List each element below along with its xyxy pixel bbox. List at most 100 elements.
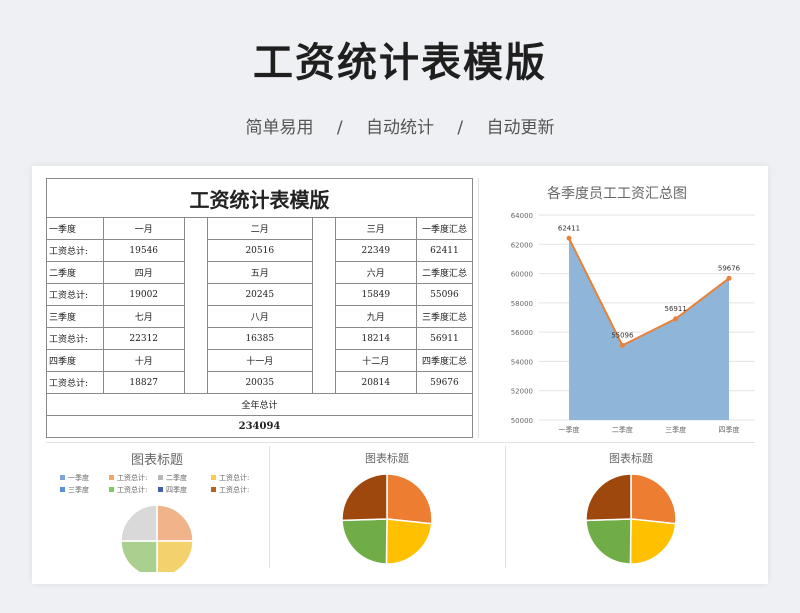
legend-swatch: [60, 487, 65, 492]
month-label: 五月: [206, 261, 313, 284]
row-label: 工资总计:: [46, 327, 104, 350]
quarter-sum-value: 59676: [415, 371, 474, 394]
tag-easy: 简单易用: [245, 118, 314, 138]
pie-slice: [156, 540, 194, 572]
quarter-label: 三季度: [46, 305, 104, 328]
y-tick-label: 62000: [511, 241, 533, 249]
month-label: 十月: [102, 349, 185, 372]
month-value: 20516: [206, 239, 313, 262]
month-value: 16385: [206, 327, 313, 350]
legend-label: 工资总计:: [117, 485, 147, 494]
month-label: 三月: [334, 217, 417, 240]
month-label: 十二月: [334, 349, 417, 372]
area-chart-title: 各季度员工工资汇总图: [547, 186, 687, 202]
legend-label: 工资总计:: [219, 473, 249, 482]
quarter-value-row: 工资总计: 19546 20516 22349 62411: [46, 239, 474, 262]
quarter-value-row: 工资总计: 18827 20035 20814 59676: [46, 371, 474, 394]
pie-slice: [585, 518, 632, 565]
quarter-label: 四季度: [46, 349, 104, 372]
area-chart: 各季度员工工资汇总图 50000 52000 54000 56000 58000 60000…: [479, 178, 755, 440]
quarter-label: 一季度: [46, 217, 104, 240]
data-label: 56911: [665, 305, 687, 313]
pie-1-title: 图表标题: [131, 453, 183, 468]
x-tick-label: 二季度: [612, 425, 633, 434]
feature-tags: 简单易用 / 自动统计 / 自动更新: [0, 113, 800, 138]
quarter-header-row: 一季度 一月 二月 三月 一季度汇总: [46, 217, 474, 240]
y-tick-label: 54000: [511, 358, 533, 366]
data-label: 59676: [718, 264, 741, 272]
month-value: 22349: [334, 239, 417, 262]
month-label: 十一月: [206, 349, 313, 372]
x-tick-label: 一季度: [559, 425, 580, 434]
month-value: 20814: [334, 371, 417, 394]
tag-separator: /: [457, 118, 464, 138]
month-value: 18214: [334, 327, 417, 350]
tag-auto-stat: 自动统计: [366, 118, 434, 138]
month-label: 七月: [102, 305, 185, 328]
pie-chart-3: 图表标题: [507, 444, 755, 572]
y-tick-label: 58000: [511, 300, 533, 308]
tag-separator: /: [336, 118, 343, 138]
quarter-header-row: 四季度 十月 十一月 十二月 四季度汇总: [46, 349, 474, 372]
data-label: 62411: [558, 224, 580, 232]
quarter-sum-value: 62411: [415, 239, 474, 262]
legend-swatch: [158, 487, 163, 492]
y-tick-label: 60000: [511, 271, 533, 279]
month-label: 八月: [206, 305, 313, 328]
y-tick-label: 56000: [511, 329, 533, 337]
pie-slice: [629, 518, 677, 565]
month-value: 18827: [102, 371, 185, 394]
month-value: 19002: [102, 283, 185, 306]
month-value: 20245: [206, 283, 313, 306]
data-point: [673, 316, 679, 322]
data-point: [566, 235, 572, 241]
spreadsheet-preview: 工资统计表模版 一季度 一月 二月 三月 一季度汇总 工资总计: 19546 20516 223…: [32, 166, 768, 584]
pie-chart-2-svg: 图表标题: [341, 451, 433, 565]
quarter-sum-label: 一季度汇总: [415, 217, 474, 240]
pie-slice: [341, 473, 388, 522]
y-tick-label: 52000: [511, 388, 533, 396]
month-value: 22312: [102, 327, 185, 350]
quarter-header-row: 三季度 七月 八月 九月 三季度汇总: [46, 305, 474, 328]
legend-label: 四季度: [166, 485, 187, 494]
row-label: 工资总计:: [46, 371, 104, 394]
y-tick-label: 50000: [511, 417, 533, 425]
quarter-rows: 一季度 一月 二月 三月 一季度汇总 工资总计: 19546 20516 22349 62411 二…: [46, 217, 474, 394]
legend-swatch: [109, 487, 114, 492]
pie-slice: [120, 540, 158, 572]
month-label: 六月: [334, 261, 417, 284]
pie-chart-1: 图表标题 一季度 工资总计: 二季度 工资总计: 三季度 工资总计: 四季度 工资总计:: [46, 444, 268, 572]
pie-chart-1-svg: 图表标题一季度 工资总计: 二季度 工资总计:三季度 工资总计: 四季度 工资总计:: [60, 453, 249, 572]
legend-swatch: [211, 487, 216, 492]
legend-label: 三季度: [68, 485, 89, 494]
month-label: 二月: [206, 217, 313, 240]
pie-slice: [120, 504, 158, 542]
pie-slice: [341, 518, 388, 565]
area-chart-svg: 各季度员工工资汇总图 50000 52000 54000 56000 58000 60000…: [511, 186, 755, 434]
legend-label: 一季度: [68, 473, 89, 482]
data-point: [619, 342, 625, 348]
annual-total-value: 234094: [46, 415, 473, 438]
area-fill: [569, 238, 729, 420]
legend-swatch: [109, 475, 114, 480]
x-tick-label: 三季度: [665, 425, 686, 434]
pie-2-title: 图表标题: [365, 451, 409, 465]
data-point: [726, 275, 732, 281]
quarter-header-row: 二季度 四月 五月 六月 二季度汇总: [46, 261, 474, 284]
table-title: 工资统计表模版: [46, 178, 473, 218]
month-label: 一月: [102, 217, 185, 240]
legend-swatch: [211, 475, 216, 480]
quarter-value-row: 工资总计: 22312 16385 18214 56911: [46, 327, 474, 350]
salary-table: 工资统计表模版 一季度 一月 二月 三月 一季度汇总 工资总计: 19546 20516 223…: [46, 178, 474, 438]
month-value: 19546: [102, 239, 185, 262]
pie-3-title: 图表标题: [609, 451, 653, 465]
row-label: 工资总计:: [46, 239, 104, 262]
quarter-sum-value: 55096: [415, 283, 474, 306]
legend-label: 工资总计:: [117, 473, 147, 482]
quarter-label: 二季度: [46, 261, 104, 284]
tag-auto-update: 自动更新: [486, 118, 555, 138]
row-label: 工资总计:: [46, 283, 104, 306]
month-label: 四月: [102, 261, 185, 284]
pie-slice: [386, 473, 433, 525]
pie-chart-2: 图表标题: [271, 444, 504, 572]
